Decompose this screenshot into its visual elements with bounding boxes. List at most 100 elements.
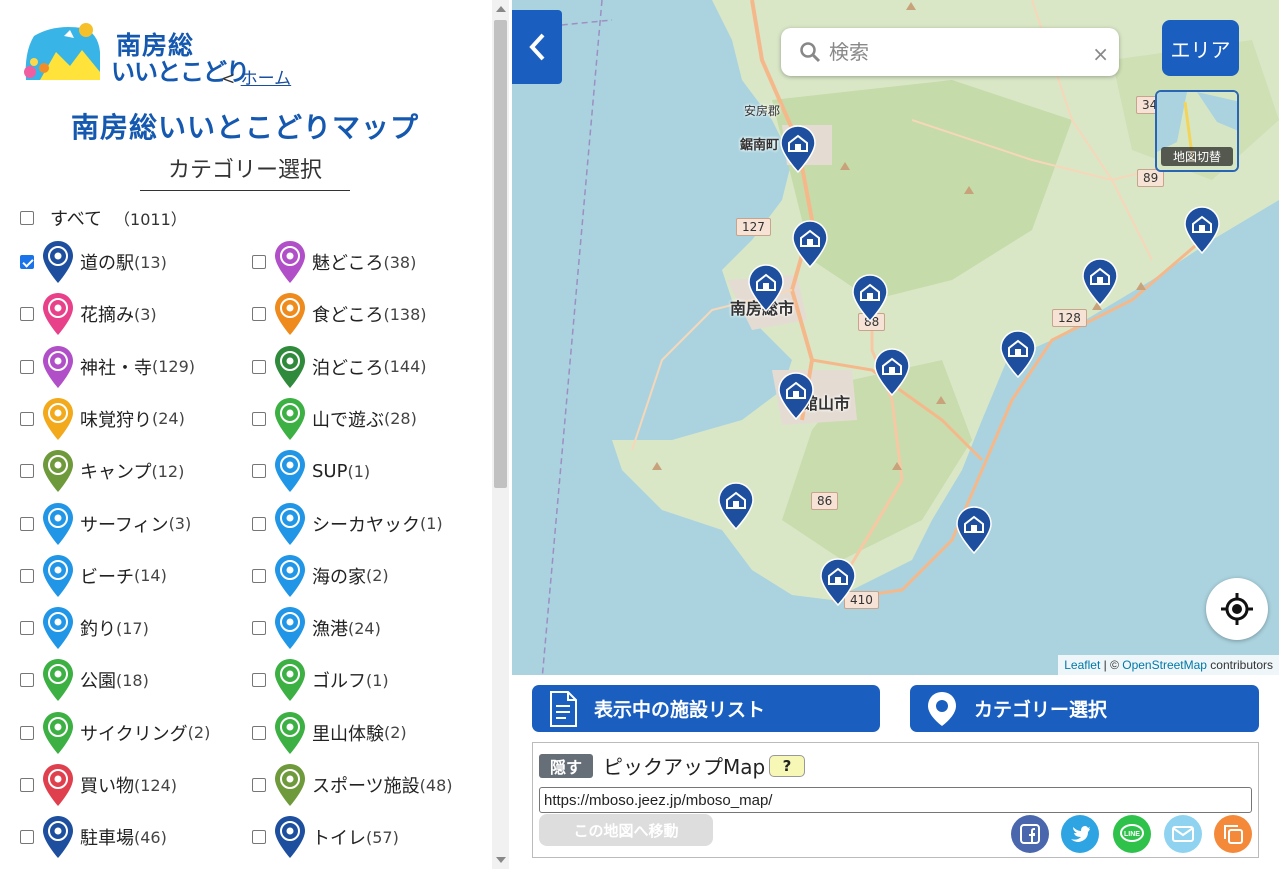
scroll-up-arrow-icon[interactable] xyxy=(496,6,506,12)
category-checkbox[interactable] xyxy=(252,516,266,531)
category-checkbox[interactable] xyxy=(20,411,34,426)
category-checkbox[interactable] xyxy=(252,778,266,792)
map-view[interactable]: 南房総市 館山市 鋸南町 安房郡 127 88 128 89 86 410 34… xyxy=(512,0,1279,675)
clear-search-icon[interactable]: × xyxy=(1092,42,1109,66)
locate-me-button[interactable] xyxy=(1206,578,1268,640)
category-item[interactable]: ゴルフ (1) xyxy=(252,658,389,702)
category-count: (14) xyxy=(134,566,167,586)
roadside-station-marker-icon[interactable] xyxy=(718,482,754,530)
category-item[interactable]: ビーチ (14) xyxy=(20,554,167,598)
category-item[interactable]: 釣り (17) xyxy=(20,606,149,650)
layer-switch-button[interactable]: 地図切替 xyxy=(1155,90,1239,172)
home-link[interactable]: ホーム xyxy=(241,69,292,89)
category-checkbox[interactable] xyxy=(20,621,34,636)
category-item[interactable]: SUP (1) xyxy=(252,449,370,493)
category-item[interactable]: 泊どころ (144) xyxy=(252,345,427,389)
category-label: シーカヤック xyxy=(312,514,420,536)
twitter-icon xyxy=(1071,826,1090,842)
category-item[interactable]: 味覚狩り (24) xyxy=(20,397,185,441)
roadside-station-marker-icon[interactable] xyxy=(1082,258,1118,306)
category-checkbox[interactable] xyxy=(20,516,34,531)
roadside-station-marker-icon[interactable] xyxy=(748,264,784,312)
roadside-station-marker-icon[interactable] xyxy=(778,372,814,420)
beach-umbrella-icon xyxy=(43,554,73,597)
parking-icon xyxy=(43,816,73,859)
scroll-down-arrow-icon[interactable] xyxy=(496,857,506,863)
category-count: (17) xyxy=(116,618,149,638)
category-checkbox[interactable] xyxy=(20,568,34,583)
category-item[interactable]: 神社・寺 (129) xyxy=(20,345,195,389)
hide-button[interactable]: 隠す xyxy=(539,754,593,778)
category-checkbox[interactable] xyxy=(252,464,266,479)
category-item[interactable]: 漁港 (24) xyxy=(252,606,381,650)
tent-icon xyxy=(43,450,73,493)
collapse-sidebar-button[interactable] xyxy=(512,10,562,84)
osm-link[interactable]: OpenStreetMap xyxy=(1122,658,1207,672)
category-item[interactable]: 道の駅 (13) xyxy=(20,240,167,284)
roadside-station-marker-icon[interactable] xyxy=(852,274,888,322)
search-input[interactable] xyxy=(829,40,1079,64)
search-box[interactable]: × xyxy=(781,28,1119,76)
document-icon xyxy=(550,690,577,727)
category-checkbox[interactable] xyxy=(252,621,266,636)
category-item[interactable]: スポーツ施設 (48) xyxy=(252,763,452,807)
category-label: 泊どころ xyxy=(312,357,384,379)
roadside-station-marker-icon[interactable] xyxy=(1184,206,1220,254)
category-item[interactable]: 買い物 (124) xyxy=(20,763,177,807)
category-all-row[interactable]: すべて （1011） xyxy=(20,205,187,231)
category-all-checkbox[interactable] xyxy=(20,211,34,225)
category-item[interactable]: 公園 (18) xyxy=(20,658,149,702)
category-label: 漁港 xyxy=(312,619,348,641)
roadside-station-marker-icon[interactable] xyxy=(1000,330,1036,378)
category-checkbox[interactable] xyxy=(20,255,34,269)
category-item[interactable]: 海の家 (2) xyxy=(252,554,389,598)
category-checkbox[interactable] xyxy=(252,307,266,322)
area-button[interactable]: エリア xyxy=(1162,20,1239,76)
category-item[interactable]: サーフィン (3) xyxy=(20,502,191,546)
category-item[interactable]: 駐車場 (46) xyxy=(20,815,167,859)
email-share-button[interactable] xyxy=(1164,815,1202,853)
roadside-station-marker-icon[interactable] xyxy=(956,506,992,554)
copy-button[interactable] xyxy=(1214,815,1252,853)
scroll-thumb[interactable] xyxy=(494,20,507,488)
roadside-station-marker-icon[interactable] xyxy=(820,558,856,606)
category-checkbox[interactable] xyxy=(252,673,266,688)
category-item[interactable]: 里山体験 (2) xyxy=(252,711,407,755)
category-checkbox[interactable] xyxy=(252,255,266,269)
category-checkbox[interactable] xyxy=(252,725,266,740)
category-checkbox[interactable] xyxy=(252,359,266,374)
category-checkbox[interactable] xyxy=(20,464,34,479)
category-all-label: すべて xyxy=(50,209,103,230)
category-checkbox[interactable] xyxy=(20,673,34,688)
pickup-url-field[interactable] xyxy=(539,787,1252,813)
category-checkbox[interactable] xyxy=(252,830,266,845)
category-item[interactable]: 食どころ (138) xyxy=(252,292,427,336)
category-item[interactable]: 花摘み (3) xyxy=(20,292,157,336)
category-item[interactable]: サイクリング (2) xyxy=(20,711,210,755)
help-button[interactable]: ? xyxy=(769,755,805,777)
category-item[interactable]: キャンプ (12) xyxy=(20,449,184,493)
leaflet-link[interactable]: Leaflet xyxy=(1064,658,1100,672)
category-checkbox[interactable] xyxy=(20,359,34,374)
roadside-station-marker-icon[interactable] xyxy=(780,125,816,173)
sidebar-scrollbar[interactable] xyxy=(492,0,509,869)
category-item[interactable]: トイレ (57) xyxy=(252,815,399,859)
category-count: (24) xyxy=(348,618,381,638)
category-item[interactable]: シーカヤック (1) xyxy=(252,502,443,546)
category-checkbox[interactable] xyxy=(252,568,266,583)
roadside-station-marker-icon[interactable] xyxy=(792,220,828,268)
category-count: (13) xyxy=(134,252,167,272)
twitter-share-button[interactable] xyxy=(1061,815,1099,853)
category-checkbox[interactable] xyxy=(20,307,34,322)
category-select-button[interactable]: カテゴリー選択 xyxy=(910,685,1259,732)
category-checkbox[interactable] xyxy=(252,411,266,426)
facility-list-button[interactable]: 表示中の施設リスト xyxy=(532,685,880,732)
roadside-station-marker-icon[interactable] xyxy=(874,348,910,396)
category-checkbox[interactable] xyxy=(20,778,34,792)
line-share-button[interactable]: LINE xyxy=(1113,815,1151,853)
category-checkbox[interactable] xyxy=(20,725,34,740)
category-checkbox[interactable] xyxy=(20,830,34,845)
category-item[interactable]: 山で遊ぶ (28) xyxy=(252,397,417,441)
facebook-share-button[interactable] xyxy=(1011,815,1049,853)
category-item[interactable]: 魅どころ (38) xyxy=(252,240,416,284)
